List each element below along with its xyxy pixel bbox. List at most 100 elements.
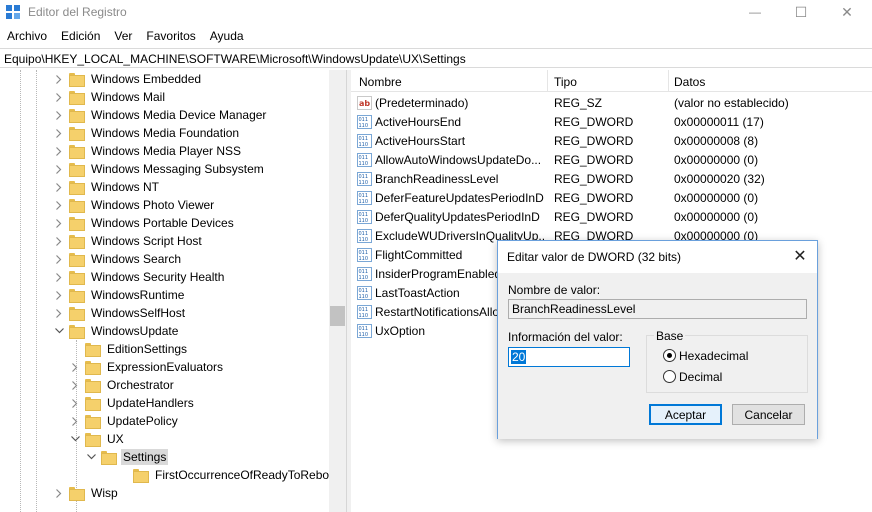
folder-icon [69,307,85,321]
list-item[interactable]: 011 110 DeferFeatureUpdatesPeriodInD REG_DW… [351,189,872,208]
chevron-right-icon[interactable] [68,412,82,430]
tree-item[interactable]: WindowsUpdate [52,322,180,340]
column-header-data[interactable]: Datos [674,75,705,89]
tree-item[interactable]: Orchestrator [68,376,176,394]
tree-item[interactable]: Windows Script Host [52,232,204,250]
tree-item[interactable]: ExpressionEvaluators [68,358,225,376]
list-item-type: REG_DWORD [554,153,634,167]
tree-item[interactable]: WindowsRuntime [52,286,186,304]
tree-item[interactable]: Windows Media Foundation [52,124,241,142]
window-title: Editor del Registro [28,5,127,19]
chevron-right-icon[interactable] [52,70,66,88]
radio-decimal-label[interactable]: Decimal [679,370,722,384]
tree-item[interactable]: Windows Search [52,250,183,268]
chevron-right-icon[interactable] [52,160,66,178]
svg-text:110: 110 [359,218,369,224]
radio-hexadecimal-label[interactable]: Hexadecimal [679,349,748,363]
tree-scrollbar[interactable] [329,70,346,512]
folder-icon [69,145,85,159]
menu-favoritos[interactable]: Favoritos [139,26,202,46]
maximize-button[interactable]: ☐ [778,0,824,24]
chevron-right-icon[interactable] [68,358,82,376]
tree-item[interactable]: Windows Media Player NSS [52,142,243,160]
menu-ayuda[interactable]: Ayuda [203,26,251,46]
folder-icon [69,181,85,195]
chevron-down-icon[interactable] [68,430,82,448]
tree-item-label: Windows Messaging Subsystem [91,162,264,176]
chevron-right-icon[interactable] [52,178,66,196]
list-item[interactable]: 011 110 ActiveHoursStart REG_DWORD 0x0000000… [351,132,872,151]
chevron-right-icon[interactable] [68,376,82,394]
registry-editor-icon [6,5,20,19]
tree-item[interactable]: Windows Embedded [52,70,203,88]
tree-item[interactable]: Windows Portable Devices [52,214,236,232]
tree-item[interactable]: Settings [84,448,169,466]
binary-value-icon: 011 110 [357,305,372,319]
tree-scrollbar-thumb[interactable] [330,306,345,326]
column-header-type[interactable]: Tipo [554,75,577,89]
column-divider[interactable] [668,70,669,92]
tree-item[interactable]: Windows Security Health [52,268,226,286]
tree-item[interactable]: Windows NT [52,178,161,196]
tree-item-label: Windows Security Health [91,270,225,284]
minimize-button[interactable]: — [732,0,778,24]
cancel-button[interactable]: Cancelar [732,404,805,425]
column-header-name[interactable]: Nombre [359,75,402,89]
menu-edicion[interactable]: Edición [54,26,107,46]
close-button[interactable]: ✕ [824,0,870,24]
folder-icon [69,163,85,177]
svg-text:110: 110 [359,199,369,205]
list-item-type: REG_DWORD [554,115,634,129]
chevron-down-icon[interactable] [84,448,98,466]
chevron-right-icon[interactable] [52,106,66,124]
tree-item[interactable]: UpdateHandlers [68,394,196,412]
chevron-right-icon[interactable] [52,232,66,250]
list-item[interactable]: 011 110 AllowAutoWindowsUpdateDo... REG_DWO… [351,151,872,170]
tree-item[interactable]: Wisp [52,484,120,502]
address-bar[interactable]: Equipo\HKEY_LOCAL_MACHINE\SOFTWARE\Micro… [0,48,872,68]
chevron-down-icon[interactable] [52,322,66,340]
tree-item[interactable]: EditionSettings [68,340,189,358]
chevron-right-icon[interactable] [52,304,66,322]
registry-tree[interactable]: Windows Embedded Windows Mail Windows Medi… [0,70,346,512]
value-data-input[interactable]: 20 [508,347,630,367]
tree-item-label: UpdateHandlers [107,396,194,410]
chevron-right-icon[interactable] [68,394,82,412]
chevron-right-icon[interactable] [52,268,66,286]
list-item[interactable]: ab (Predeterminado) REG_SZ (valor no establ… [351,94,872,113]
chevron-right-icon[interactable] [52,88,66,106]
chevron-right-icon[interactable] [52,196,66,214]
radio-decimal[interactable] [663,370,676,383]
chevron-right-icon[interactable] [52,484,66,502]
chevron-right-icon[interactable] [52,142,66,160]
menu-archivo[interactable]: Archivo [0,26,54,46]
folder-icon [85,361,101,375]
binary-value-icon: 011 110 [357,172,372,186]
tree-item[interactable]: UX [68,430,126,448]
list-item[interactable]: 011 110 BranchReadinessLevel REG_DWORD 0x000… [351,170,872,189]
radio-hexadecimal[interactable] [663,349,676,362]
tree-item[interactable]: Windows Photo Viewer [52,196,216,214]
tree-item[interactable]: Windows Media Device Manager [52,106,268,124]
column-divider[interactable] [547,70,548,92]
dialog-close-button[interactable]: ✕ [792,248,808,265]
close-icon: ✕ [793,248,807,265]
tree-item[interactable]: WindowsSelfHost [52,304,187,322]
chevron-right-icon[interactable] [52,124,66,142]
tree-item[interactable]: Windows Messaging Subsystem [52,160,266,178]
dialog-body: Nombre de valor: BranchReadinessLevel In… [498,273,817,439]
tree-item-label: Windows Media Player NSS [91,144,242,158]
list-item[interactable]: 011 110 ActiveHoursEnd REG_DWORD 0x00000011 … [351,113,872,132]
tree-item[interactable]: FirstOccurrenceOfReadyToReboot [116,466,341,484]
tree-item[interactable]: Windows Mail [52,88,167,106]
folder-icon [69,73,85,87]
chevron-right-icon[interactable] [52,214,66,232]
svg-text:110: 110 [359,313,369,319]
ok-button[interactable]: Aceptar [649,404,722,425]
list-item[interactable]: 011 110 DeferQualityUpdatesPeriodInD REG_DW… [351,208,872,227]
binary-value-icon: 011 110 [357,286,372,300]
tree-item[interactable]: UpdatePolicy [68,412,180,430]
chevron-right-icon[interactable] [52,286,66,304]
chevron-right-icon[interactable] [52,250,66,268]
menu-ver[interactable]: Ver [107,26,139,46]
